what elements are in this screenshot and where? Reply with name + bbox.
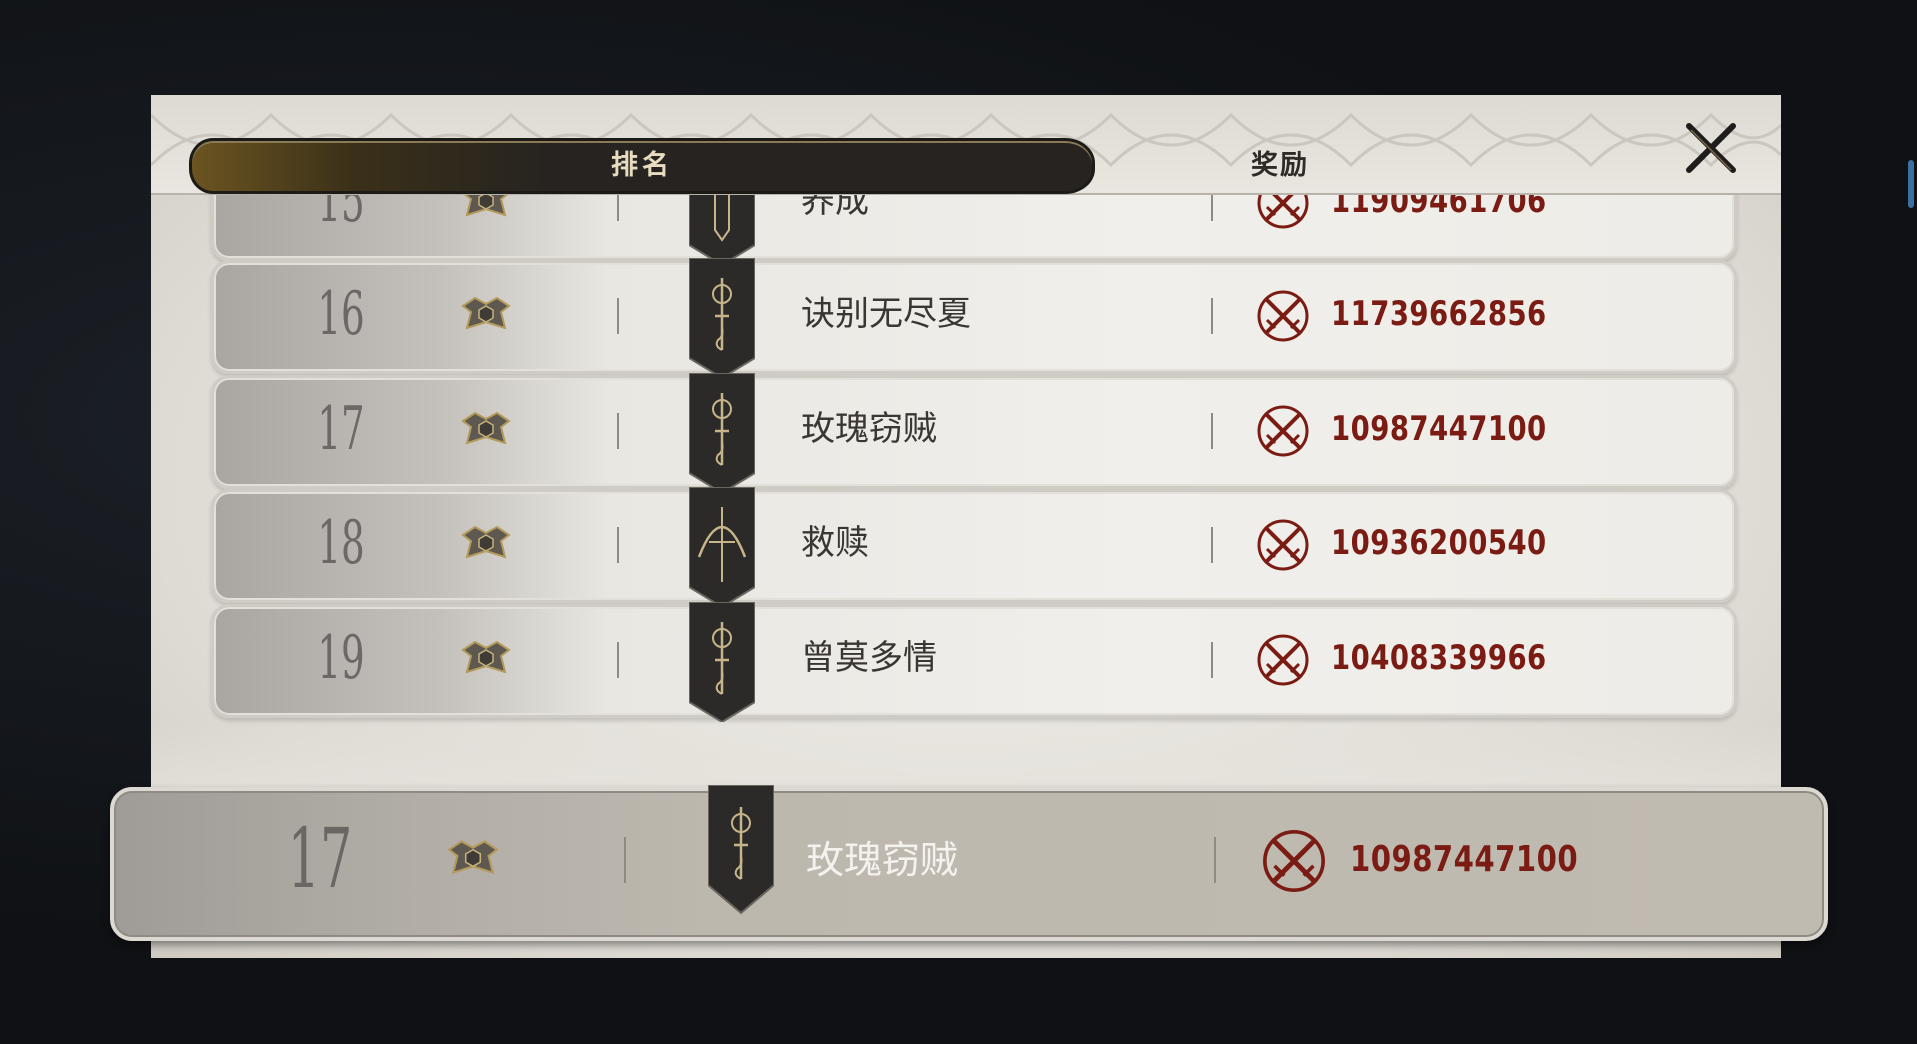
divider	[1211, 527, 1213, 563]
ranking-list[interactable]: 15 养成 11909461706 16 诀别无尽夏 11739662856 17 玫瑰窃贼 1…	[151, 195, 1781, 865]
divider	[617, 527, 619, 563]
ranking-row[interactable]: 18 救赎 10936200540	[211, 487, 1737, 607]
guild-name: 诀别无尽夏	[801, 294, 971, 334]
game-screen: 排名 奖励 15 养成 11909461706 16 诀别无尽夏 11739662856 1…	[0, 0, 1917, 1044]
divider	[617, 413, 619, 449]
crossed-swords-icon	[1257, 634, 1309, 686]
divider	[1211, 298, 1213, 334]
crossed-swords-icon	[1257, 195, 1309, 229]
ranking-row[interactable]: 17 玫瑰窃贼 10987447100	[211, 373, 1737, 493]
tab-rank[interactable]: 排名	[189, 138, 1095, 194]
crossed-swords-icon	[1257, 519, 1309, 571]
divider	[617, 298, 619, 334]
guild-name: 曾莫多情	[801, 638, 937, 678]
tier-emblem-icon	[447, 840, 499, 875]
tier-emblem-icon	[461, 411, 511, 445]
guild-banner-icon	[689, 487, 755, 607]
scroll-indicator	[1908, 160, 1914, 208]
guild-name: 玫瑰窃贼	[806, 838, 959, 882]
guild-name: 养成	[801, 195, 869, 221]
tab-reward-label: 奖励	[1251, 150, 1309, 181]
ranking-row[interactable]: 19 曾莫多情 10408339966	[211, 602, 1737, 722]
reward-value: 10987447100	[1331, 409, 1547, 449]
divider	[1211, 413, 1213, 449]
guild-banner-icon	[689, 195, 755, 265]
close-button[interactable]	[1681, 118, 1741, 178]
divider	[1211, 642, 1213, 678]
reward-value: 11909461706	[1331, 195, 1547, 221]
divider	[1211, 195, 1213, 221]
rank-number: 19	[317, 623, 365, 693]
divider	[1214, 837, 1216, 883]
tier-emblem-icon	[461, 640, 511, 674]
tier-emblem-icon	[464, 195, 508, 217]
tier-emblem-icon	[461, 296, 511, 330]
reward-value: 10936200540	[1331, 523, 1547, 563]
guild-banner-icon	[689, 258, 755, 378]
guild-banner-icon	[708, 785, 774, 915]
guild-name: 玫瑰窃贼	[801, 409, 937, 449]
reward-value: 11739662856	[1331, 294, 1547, 334]
rank-number: 17	[287, 812, 353, 907]
ranking-row[interactable]: 16 诀别无尽夏 11739662856	[211, 258, 1737, 378]
rank-number: 15	[317, 195, 365, 236]
guild-name: 救赎	[801, 523, 869, 563]
my-guild-row: 17 玫瑰窃贼 10987447100	[110, 785, 1828, 941]
crossed-swords-icon	[1263, 830, 1325, 892]
divider	[617, 642, 619, 678]
divider	[624, 837, 626, 883]
rank-number: 17	[317, 394, 365, 464]
close-icon	[1686, 123, 1736, 173]
crossed-swords-icon	[1257, 405, 1309, 457]
panel-header: 排名 奖励	[151, 95, 1781, 195]
reward-value: 10408339966	[1331, 638, 1547, 678]
guild-banner-icon	[689, 373, 755, 493]
tab-rank-label: 排名	[611, 150, 673, 181]
reward-value: 10987447100	[1350, 839, 1579, 880]
divider	[617, 195, 619, 221]
tier-emblem-icon	[461, 525, 511, 559]
rank-number: 16	[317, 279, 365, 349]
rank-number: 18	[317, 508, 365, 578]
guild-banner-icon	[689, 602, 755, 722]
ranking-row[interactable]: 15 养成 11909461706	[211, 195, 1737, 265]
crossed-swords-icon	[1257, 290, 1309, 342]
